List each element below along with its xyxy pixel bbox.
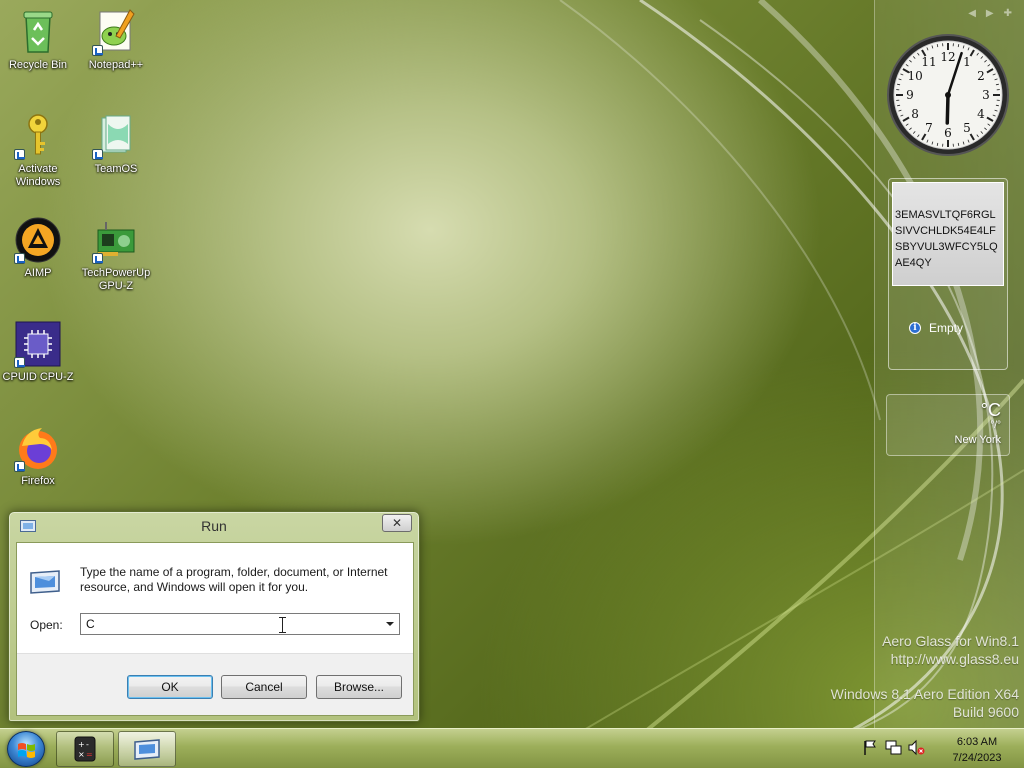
taskbar-calculator[interactable]: + - × = (56, 731, 114, 767)
taskbar: + - × = 6:03 AM 7/24/2023 (0, 728, 1024, 768)
notes-gadget[interactable]: 3EMASVLTQF6RGLSIVVCHLDK54E4LFSBYVUL3WFCY… (888, 178, 1008, 370)
notes-status: i Empty (909, 321, 963, 335)
recycle-bin-icon (14, 8, 62, 56)
text-cursor-icon (279, 617, 286, 633)
watermark-windows-build: Windows 8.1 Aero Edition X64 Build 9600 (831, 685, 1019, 721)
clock-numeral: 8 (911, 107, 919, 121)
desktop-icon-activate-windows[interactable]: Activate Windows (0, 112, 76, 189)
taskbar-time: 6:03 AM (956, 736, 998, 748)
clock-numeral: 6 (944, 126, 952, 140)
run-dialog-title: Run (201, 518, 227, 534)
sidebar-next-icon[interactable]: ▶ (986, 8, 994, 19)
taskbar-date: 7/24/2023 (952, 752, 1002, 764)
desktop-icon-firefox[interactable]: Firefox (0, 424, 76, 488)
sidebar-add-icon[interactable]: ✚ (1004, 8, 1012, 19)
run-icon (134, 739, 160, 760)
clock-numeral: 10 (907, 69, 922, 83)
calculator-icon: + - × = (74, 736, 96, 762)
notes-status-label: Empty (929, 321, 964, 335)
close-button[interactable]: ✕ (382, 514, 412, 532)
weather-temp: °C (980, 400, 1001, 420)
run-description: Type the name of a program, folder, docu… (80, 565, 388, 594)
clock-numeral: 9 (906, 88, 914, 102)
open-combobox[interactable] (80, 613, 400, 635)
watermark-line: Aero Glass for Win8.1 (882, 633, 1019, 649)
weather-city: New York (954, 434, 1001, 446)
desktop-icon-recycle-bin[interactable]: Recycle Bin (0, 8, 76, 72)
svg-text:=: = (86, 750, 93, 759)
desktop-icon-cpu-z[interactable]: CPUID CPU-Z (0, 320, 76, 384)
key-icon (14, 112, 62, 160)
open-label: Open: (30, 618, 63, 632)
taskbar-run[interactable] (118, 731, 176, 767)
watermark-line: Windows 8.1 Aero Edition X64 (830, 686, 1019, 702)
system-tray (862, 739, 925, 756)
browse-button[interactable]: Browse... (316, 675, 402, 699)
weather-gadget[interactable]: °C °/° New York (886, 394, 1010, 456)
svg-text:-: - (86, 740, 89, 749)
network-icon[interactable] (885, 739, 902, 756)
gpu-z-icon (92, 216, 140, 264)
clock-gadget[interactable]: 12 1 2 3 4 5 6 7 8 9 10 11 (886, 33, 1010, 157)
clock-numeral: 5 (963, 121, 971, 135)
taskbar-clock[interactable]: 6:03 AM 7/24/2023 (940, 734, 1014, 766)
desktop-icon-label: Recycle Bin (8, 59, 68, 71)
notepad-plus-plus-icon (92, 8, 140, 56)
desktop-icon-label: Firefox (21, 475, 55, 487)
clock-numeral: 4 (977, 107, 985, 121)
svg-text:×: × (78, 750, 85, 759)
open-input[interactable] (81, 614, 371, 634)
start-button[interactable] (7, 731, 45, 767)
weather-range: °/° (990, 420, 1001, 431)
desktop-icon-label: Activate Windows (15, 163, 61, 188)
clock-numeral: 12 (940, 50, 955, 64)
desktop-icon-label: CPUID CPU-Z (2, 371, 74, 383)
run-dialog: Run ✕ Type the name of a program, folder… (8, 511, 420, 722)
desktop-icon-label: TeamOS (94, 163, 138, 175)
cpu-z-icon (14, 320, 62, 368)
firefox-icon (14, 424, 62, 472)
teamos-icon (92, 112, 140, 160)
ok-button[interactable]: OK (127, 675, 213, 699)
sidebar-nav: ◀ ▶ ✚ (968, 8, 1012, 19)
desktop-icon-label: AIMP (24, 267, 52, 279)
svg-text:+: + (78, 740, 85, 749)
watermark-line: Build 9600 (952, 704, 1019, 720)
clock-hour-hand (945, 93, 950, 125)
clock-numeral: 1 (963, 55, 971, 69)
watermark-aero-glass: Aero Glass for Win8.1 http://www.glass8.… (882, 632, 1019, 668)
desktop-icon-aimp[interactable]: AIMP (0, 216, 76, 280)
run-program-icon (29, 569, 61, 595)
aimp-icon (14, 216, 62, 264)
clock-numeral: 3 (982, 88, 990, 102)
windows-logo-icon (18, 743, 35, 758)
clock-numeral: 7 (925, 121, 933, 135)
info-icon: i (909, 322, 921, 334)
flag-icon[interactable] (862, 739, 879, 756)
sidebar-prev-icon[interactable]: ◀ (968, 8, 976, 19)
run-dialog-body: Type the name of a program, folder, docu… (16, 542, 414, 716)
cancel-button[interactable]: Cancel (221, 675, 307, 699)
desktop-icon-label: TechPowerUp GPU-Z (81, 267, 151, 292)
notes-text[interactable]: 3EMASVLTQF6RGLSIVVCHLDK54E4LFSBYVUL3WFCY… (892, 182, 1004, 286)
clock-numeral: 11 (921, 55, 936, 69)
desktop-icon-gpu-z[interactable]: TechPowerUp GPU-Z (78, 216, 154, 293)
desktop-icon-teamos[interactable]: TeamOS (78, 112, 154, 176)
chevron-down-icon[interactable] (381, 614, 399, 634)
volume-muted-icon[interactable] (908, 739, 925, 756)
desktop-icon-notepad-plus-plus[interactable]: Notepad++ (78, 8, 154, 72)
clock-numeral: 2 (977, 69, 985, 83)
desktop-icon-label: Notepad++ (88, 59, 144, 71)
watermark-line: http://www.glass8.eu (890, 651, 1019, 667)
